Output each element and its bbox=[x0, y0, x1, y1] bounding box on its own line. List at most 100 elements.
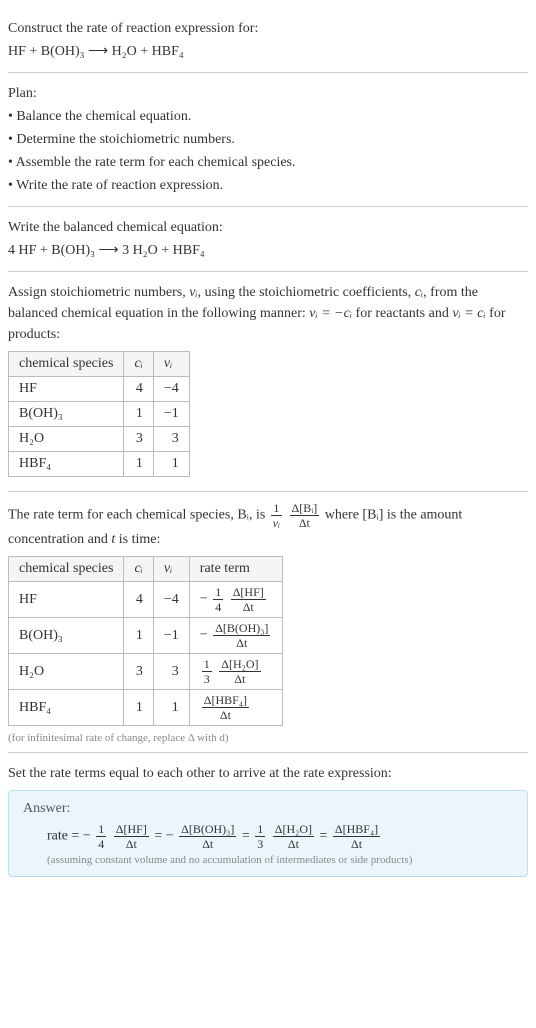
text-fragment: Assign stoichiometric numbers, bbox=[8, 285, 189, 300]
stoich-section: Assign stoichiometric numbers, νᵢ, using… bbox=[8, 272, 528, 492]
intro-equation: HF + B(OH)₃ ⟶ H₂O + HBF₄ bbox=[8, 41, 528, 62]
nui-header: νᵢ bbox=[164, 561, 172, 576]
frac-den: Δt bbox=[273, 837, 314, 850]
cell-nui: −4 bbox=[153, 582, 189, 618]
frac-num: 1 bbox=[213, 586, 223, 600]
rateterm-section: The rate term for each chemical species,… bbox=[8, 492, 528, 753]
plan-item: • Balance the chemical equation. bbox=[8, 106, 528, 127]
fraction: 14 bbox=[213, 586, 223, 613]
fraction: 14 bbox=[96, 823, 106, 850]
text-fragment: , using the stoichiometric coefficients, bbox=[198, 285, 415, 300]
frac-num: Δ[B(OH)₃] bbox=[179, 823, 236, 837]
answer-note: (assuming constant volume and no accumul… bbox=[47, 854, 513, 866]
rateterm-lead: The rate term for each chemical species,… bbox=[8, 502, 528, 550]
cell-species: HF bbox=[9, 582, 124, 618]
intro-section: Construct the rate of reaction expressio… bbox=[8, 8, 528, 73]
cell-species: HF bbox=[9, 377, 124, 402]
table-row: HBF₄ 1 1 Δ[HBF₄]Δt bbox=[9, 690, 283, 726]
cell-nui: 1 bbox=[153, 452, 189, 477]
prefix: − bbox=[200, 592, 211, 607]
fraction: Δ[HBF₄]Δt bbox=[333, 823, 380, 850]
frac-den: Δt bbox=[231, 600, 266, 613]
table-row: HBF₄ 1 1 bbox=[9, 452, 190, 477]
fraction: Δ[B(OH)₃]Δt bbox=[179, 823, 236, 850]
cell-nui: −1 bbox=[153, 402, 189, 427]
cell-rateterm: Δ[HBF₄]Δt bbox=[189, 690, 283, 726]
frac-den: 3 bbox=[255, 837, 265, 850]
frac-num: Δ[H₂O] bbox=[273, 823, 314, 837]
c-i: cᵢ bbox=[415, 285, 423, 300]
ci-header: cᵢ bbox=[134, 561, 142, 576]
col-species: chemical species bbox=[9, 352, 124, 377]
frac-den: Δt bbox=[114, 837, 149, 850]
frac-num: 1 bbox=[96, 823, 106, 837]
cell-species: B(OH)₃ bbox=[9, 618, 124, 654]
cell-ci: 1 bbox=[124, 452, 153, 477]
frac-num: 1 bbox=[255, 823, 265, 837]
frac-num: Δ[B(OH)₃] bbox=[213, 622, 270, 636]
cell-ci: 1 bbox=[124, 618, 153, 654]
fraction: Δ[H₂O]Δt bbox=[219, 658, 260, 685]
fraction: 13 bbox=[202, 658, 212, 685]
frac-num: Δ[HF] bbox=[231, 586, 266, 600]
stoich-table: chemical species cᵢ νᵢ HF 4 −4 B(OH)₃ 1 … bbox=[8, 351, 190, 477]
col-species: chemical species bbox=[9, 557, 124, 582]
equals: = bbox=[242, 829, 253, 844]
nui-header: νᵢ bbox=[164, 356, 172, 371]
cell-nui: 1 bbox=[153, 690, 189, 726]
text-fragment: for reactants and bbox=[352, 306, 452, 321]
col-nui: νᵢ bbox=[153, 352, 189, 377]
ci-header: cᵢ bbox=[134, 356, 142, 371]
answer-label: Answer: bbox=[23, 801, 513, 817]
cell-ci: 4 bbox=[124, 582, 153, 618]
frac-num: Δ[H₂O] bbox=[219, 658, 260, 672]
frac-den: Δt bbox=[333, 837, 380, 850]
table-row: B(OH)₃ 1 −1 bbox=[9, 402, 190, 427]
frac-den: 4 bbox=[96, 837, 106, 850]
final-section: Set the rate terms equal to each other t… bbox=[8, 753, 528, 885]
table-row: HF 4 −4 bbox=[9, 377, 190, 402]
plan-item: • Determine the stoichiometric numbers. bbox=[8, 129, 528, 150]
stoich-text: Assign stoichiometric numbers, νᵢ, using… bbox=[8, 282, 528, 345]
text-fragment: is time: bbox=[115, 532, 160, 547]
text-fragment: The rate term for each chemical species,… bbox=[8, 508, 269, 523]
frac-num: 1 bbox=[202, 658, 212, 672]
frac-den: 3 bbox=[202, 672, 212, 685]
cell-nui: −4 bbox=[153, 377, 189, 402]
frac-den: Δt bbox=[219, 672, 260, 685]
fraction: Δ[Bᵢ] Δt bbox=[290, 502, 320, 529]
plan-item: • Write the rate of reaction expression. bbox=[8, 175, 528, 196]
frac-den: 4 bbox=[213, 600, 223, 613]
relation: νᵢ = cᵢ bbox=[452, 306, 485, 321]
col-rateterm: rate term bbox=[189, 557, 283, 582]
plan-item: • Assemble the rate term for each chemic… bbox=[8, 152, 528, 173]
plan-heading: Plan: bbox=[8, 83, 528, 104]
cell-ci: 3 bbox=[124, 427, 153, 452]
table-header-row: chemical species cᵢ νᵢ bbox=[9, 352, 190, 377]
cell-ci: 3 bbox=[124, 654, 153, 690]
col-nui: νᵢ bbox=[153, 557, 189, 582]
fraction: Δ[HF]Δt bbox=[231, 586, 266, 613]
rate-lead: rate = − bbox=[47, 829, 94, 844]
col-ci: cᵢ bbox=[124, 352, 153, 377]
fraction: 1 νᵢ bbox=[271, 502, 282, 529]
table-row: H₂O 3 3 13 Δ[H₂O]Δt bbox=[9, 654, 283, 690]
frac-num: Δ[HBF₄] bbox=[202, 694, 249, 708]
cell-nui: 3 bbox=[153, 654, 189, 690]
cell-nui: −1 bbox=[153, 618, 189, 654]
frac-num: Δ[HF] bbox=[114, 823, 149, 837]
cell-ci: 4 bbox=[124, 377, 153, 402]
table-row: HF 4 −4 − 14 Δ[HF]Δt bbox=[9, 582, 283, 618]
frac-den: νᵢ bbox=[271, 516, 282, 529]
frac-num: 1 bbox=[271, 502, 282, 516]
cell-rateterm: 13 Δ[H₂O]Δt bbox=[189, 654, 283, 690]
frac-num: Δ[Bᵢ] bbox=[290, 502, 320, 516]
cell-rateterm: − Δ[B(OH)₃]Δt bbox=[189, 618, 283, 654]
frac-den: Δt bbox=[213, 636, 270, 649]
frac-den: Δt bbox=[202, 708, 249, 721]
equals: = − bbox=[154, 829, 177, 844]
fraction: Δ[B(OH)₃]Δt bbox=[213, 622, 270, 649]
nu-i: νᵢ bbox=[189, 285, 197, 300]
balanced-section: Write the balanced chemical equation: 4 … bbox=[8, 207, 528, 272]
rateterm-table: chemical species cᵢ νᵢ rate term HF 4 −4… bbox=[8, 556, 283, 726]
